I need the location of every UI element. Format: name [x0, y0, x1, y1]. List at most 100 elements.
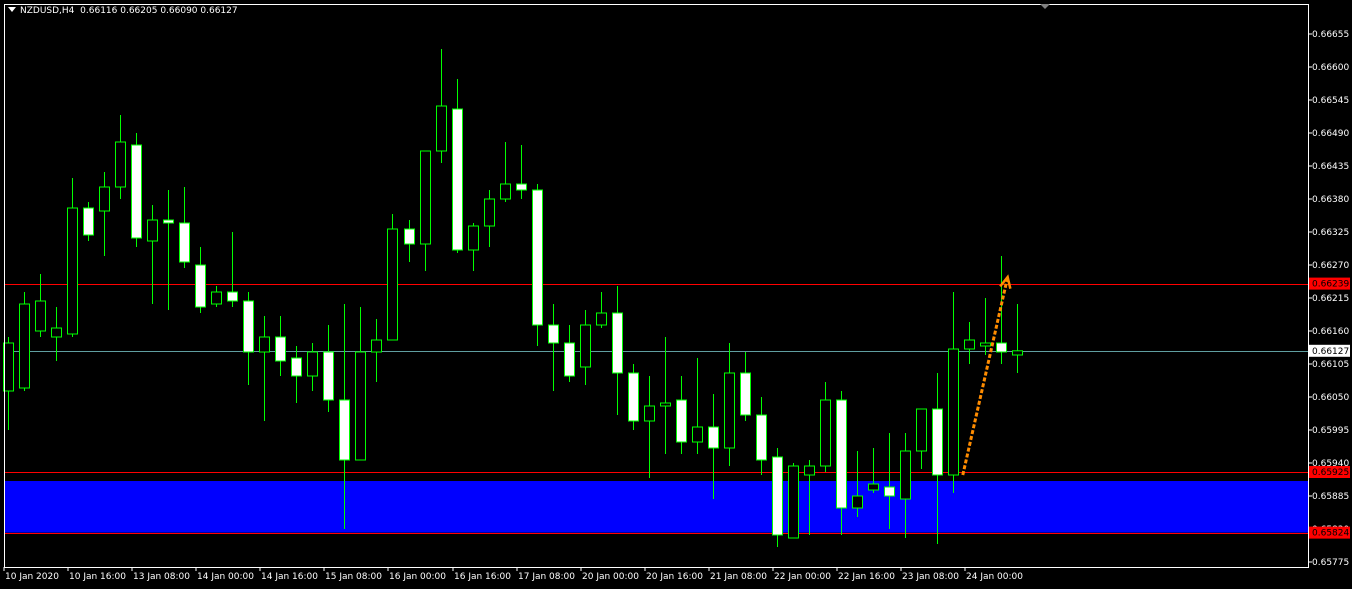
y-tick-label: 0.65775 [1312, 558, 1349, 568]
candle-body [756, 414, 767, 461]
candle [436, 49, 447, 163]
candle-body [243, 300, 254, 353]
candle [35, 274, 46, 337]
candle-body [323, 351, 334, 401]
candle-body [788, 465, 799, 539]
candle-body [484, 198, 495, 227]
x-tick-label: 16 Jan 00:00 [389, 572, 446, 582]
candle-body [740, 372, 751, 416]
candle [387, 214, 398, 341]
x-tick-label: 10 Jan 2020 [5, 572, 59, 582]
candle [259, 316, 270, 421]
candle [868, 448, 879, 493]
candle-body [19, 303, 30, 389]
candle [51, 307, 62, 361]
candle [660, 337, 671, 454]
candle [67, 178, 78, 337]
candle-body [51, 327, 62, 338]
candle-body [259, 336, 270, 353]
candle-body [628, 372, 639, 422]
candle-body [436, 105, 447, 152]
candle-body [307, 351, 318, 377]
y-tick-label: 0.66050 [1312, 393, 1349, 403]
candle [355, 307, 366, 461]
candle-body [596, 312, 607, 326]
candle [243, 292, 254, 385]
candle [131, 133, 142, 247]
y-tick-label: 0.66545 [1312, 96, 1349, 106]
y-tick-label: 0.65995 [1312, 426, 1349, 436]
candle-body [532, 189, 543, 326]
candle-body [660, 402, 671, 407]
x-tick-label: 22 Jan 00:00 [774, 572, 831, 582]
symbol-info: NZDUSD,H4 0.66116 0.66205 0.66090 0.6612… [8, 6, 238, 16]
candle-body [516, 183, 527, 191]
candle [740, 352, 751, 421]
x-tick-label: 15 Jan 08:00 [325, 572, 382, 582]
y-tick-label: 0.66160 [1312, 327, 1349, 337]
y-tick-label: 0.66490 [1312, 129, 1349, 139]
dropdown-triangle-icon[interactable] [8, 7, 16, 12]
candle-body [468, 225, 479, 251]
candle-body [371, 339, 382, 353]
candle [724, 343, 735, 466]
candle-body [676, 399, 687, 443]
candle [211, 286, 222, 307]
candle-body [35, 300, 46, 332]
y-tick-label: 0.66105 [1312, 360, 1349, 370]
candle [692, 358, 703, 454]
x-tick-label: 10 Jan 16:00 [69, 572, 126, 582]
candle [404, 220, 415, 262]
x-tick-label: 24 Jan 00:00 [966, 572, 1023, 582]
candle-body [131, 144, 142, 239]
candle [756, 397, 767, 475]
candle [420, 150, 431, 271]
candle [19, 292, 30, 391]
support-bottom-price-label-text: 0.65824 [1312, 529, 1349, 539]
candle-body [868, 483, 879, 491]
candle [179, 187, 190, 268]
candle [548, 304, 559, 391]
resistance-price-label: 0.66239 [1309, 277, 1350, 290]
x-tick-label: 14 Jan 00:00 [197, 572, 254, 582]
scroll-marker-icon [1040, 4, 1050, 9]
y-tick-label: 0.66380 [1312, 195, 1349, 205]
y-tick-label: 0.66655 [1312, 30, 1349, 40]
y-tick-label: 0.65885 [1312, 492, 1349, 502]
candle-body [227, 291, 238, 302]
candle [484, 190, 495, 247]
current-price-label-text: 0.66127 [1312, 347, 1349, 357]
candle-body [852, 495, 863, 509]
candle [323, 325, 334, 412]
candle [516, 145, 527, 199]
support-zone [4, 481, 1308, 533]
candle-body [420, 150, 431, 245]
candle [644, 376, 655, 478]
candle-body [644, 405, 655, 422]
candle [980, 298, 991, 355]
candle [964, 322, 975, 364]
candle-body [948, 348, 959, 476]
candle-body [500, 183, 511, 200]
candle [195, 247, 206, 313]
candle-body [804, 465, 815, 476]
candle [275, 316, 286, 376]
candle-body [724, 372, 735, 449]
candle [948, 292, 959, 493]
symbol-label: NZDUSD,H4 [20, 6, 75, 16]
candle [628, 364, 639, 430]
candle-body [404, 228, 415, 245]
support-top-price-label: 0.65925 [1309, 466, 1350, 478]
candle [596, 292, 607, 328]
y-tick-label: 0.66600 [1312, 63, 1349, 73]
candle [307, 343, 318, 391]
x-tick-label: 20 Jan 16:00 [646, 572, 703, 582]
candle [916, 408, 927, 469]
x-tick-label: 13 Jan 08:00 [133, 572, 190, 582]
y-tick-label: 0.66215 [1312, 294, 1349, 304]
candle [580, 310, 591, 385]
x-tick-label: 23 Jan 08:00 [902, 572, 959, 582]
candle [99, 172, 110, 256]
candle-body [980, 342, 991, 347]
candle [163, 190, 174, 310]
